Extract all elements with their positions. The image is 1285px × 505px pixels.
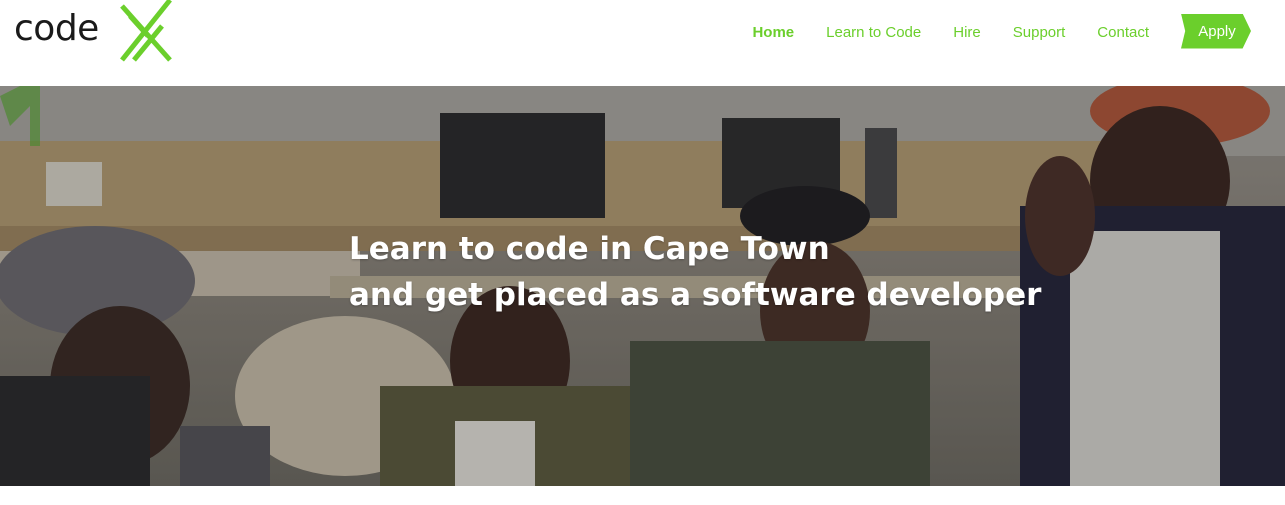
nav-learn-to-code[interactable]: Learn to Code	[826, 24, 921, 41]
nav-home[interactable]: Home	[752, 24, 794, 41]
hero-banner: Learn to code in Cape Town and get place…	[0, 86, 1285, 486]
logo[interactable]: code	[14, 0, 174, 70]
page-body-start	[0, 486, 1285, 505]
nav-hire[interactable]: Hire	[953, 24, 981, 41]
hero-line-2: and get placed as a software developer	[349, 277, 1042, 313]
hero-line-1: Learn to code in Cape Town	[349, 231, 830, 267]
main-nav: Home Learn to Code Hire Support Contact …	[720, 13, 1251, 49]
hero-headline: Learn to code in Cape Town and get place…	[349, 226, 1041, 318]
nav-support[interactable]: Support	[1013, 24, 1066, 41]
apply-label: Apply	[1198, 22, 1236, 40]
logo-x-icon	[120, 0, 172, 62]
apply-button[interactable]: Apply	[1181, 13, 1251, 49]
nav-contact[interactable]: Contact	[1097, 24, 1149, 41]
logo-text: code	[14, 8, 99, 49]
site-header: code Home Learn to Code Hire Support Con…	[0, 0, 1285, 86]
